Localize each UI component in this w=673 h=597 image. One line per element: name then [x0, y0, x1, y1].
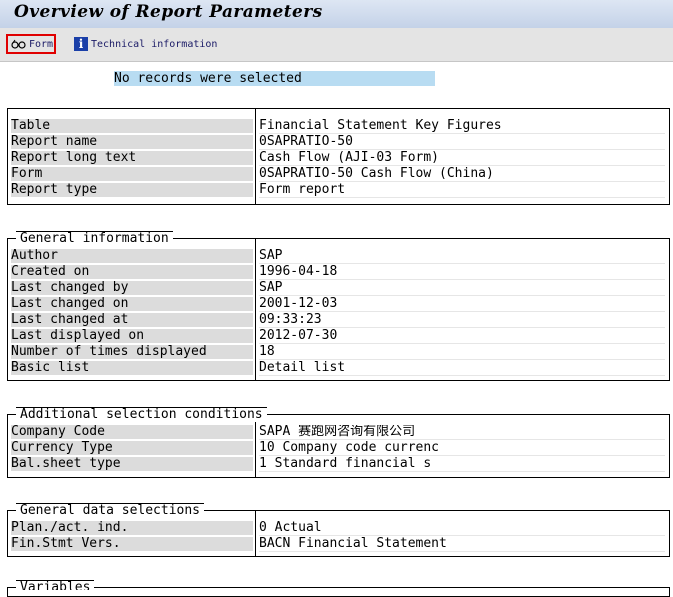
field-value: 0 Actual — [259, 521, 665, 536]
field-label: Company Code — [11, 425, 253, 439]
report-row-report-name: Report name 0SAPRATIO-50 — [10, 134, 667, 150]
field-label: Last changed by — [11, 281, 253, 295]
general-row-last-changed-on: Last changed on 2001-12-03 — [10, 296, 667, 312]
page-title: Overview of Report Parameters — [14, 2, 323, 22]
general-information-title: General information — [16, 231, 173, 246]
field-value: 0SAPRATIO-50 Cash Flow (China) — [259, 167, 665, 182]
field-value: 1996-04-18 — [259, 265, 665, 280]
info-icon: i — [74, 37, 88, 51]
report-row-report-type: Report type Form report — [10, 182, 667, 198]
field-label: Plan./act. ind. — [11, 521, 253, 535]
selection-row-bal-sheet-type: Bal.sheet type 1 Standard financial s — [10, 456, 667, 472]
field-value: Cash Flow (AJI-03 Form) — [259, 151, 665, 166]
field-value: 10 Company code currenc — [259, 441, 665, 456]
field-label: Form — [11, 167, 253, 181]
field-value: 09:33:23 — [259, 313, 665, 328]
form-button-label: Form — [29, 38, 54, 50]
general-row-author: Author SAP — [10, 248, 667, 264]
general-row-times-displayed: Number of times displayed 18 — [10, 344, 667, 360]
field-label: Last displayed on — [11, 329, 253, 343]
general-row-last-changed-at: Last changed at 09:33:23 — [10, 312, 667, 328]
data-row-fin-stmt-vers: Fin.Stmt Vers. BACN Financial Statement — [10, 536, 667, 552]
status-message: No records were selected — [114, 71, 435, 86]
field-value: Financial Statement Key Figures — [259, 119, 665, 134]
general-row-basic-list: Basic list Detail list — [10, 360, 667, 376]
field-label: Bal.sheet type — [11, 457, 253, 471]
field-label: Table — [11, 119, 253, 133]
report-info-box: Table Financial Statement Key Figures Re… — [7, 108, 670, 205]
form-button[interactable]: Form — [6, 34, 56, 54]
field-label: Fin.Stmt Vers. — [11, 537, 253, 551]
additional-selection-box: Company Code SAPA 赛跑网咨询有限公司 Currency Typ… — [7, 414, 670, 478]
field-value: Form report — [259, 183, 665, 198]
field-value: SAP — [259, 249, 665, 264]
general-row-created-on: Created on 1996-04-18 — [10, 264, 667, 280]
additional-selection-title: Additional selection conditions — [16, 407, 267, 422]
title-bar: Overview of Report Parameters — [0, 0, 673, 28]
data-row-plan-act: Plan./act. ind. 0 Actual — [10, 520, 667, 536]
field-label: Created on — [11, 265, 253, 279]
technical-information-label: Technical information — [91, 38, 218, 50]
field-value: 2001-12-03 — [259, 297, 665, 312]
report-row-table: Table Financial Statement Key Figures — [10, 118, 667, 134]
field-label: Report name — [11, 135, 253, 149]
field-label: Basic list — [11, 361, 253, 375]
selection-row-currency-type: Currency Type 10 Company code currenc — [10, 440, 667, 456]
technical-information-button[interactable]: i Technical information — [74, 34, 217, 54]
toolbar: Form i Technical information — [0, 28, 673, 62]
field-value: 18 — [259, 345, 665, 360]
selection-row-company-code: Company Code SAPA 赛跑网咨询有限公司 — [10, 424, 667, 440]
field-label: Report type — [11, 183, 253, 197]
general-data-title: General data selections — [16, 503, 205, 518]
field-value: BACN Financial Statement — [259, 537, 665, 552]
field-value: Detail list — [259, 361, 665, 376]
field-value: SAP — [259, 281, 665, 296]
field-label: Last changed at — [11, 313, 253, 327]
field-label: Currency Type — [11, 441, 253, 455]
general-information-box: Author SAP Created on 1996-04-18 Last ch… — [7, 238, 670, 381]
field-label: Author — [11, 249, 253, 263]
field-label: Number of times displayed — [11, 345, 253, 359]
report-row-form: Form 0SAPRATIO-50 Cash Flow (China) — [10, 166, 667, 182]
field-label: Last changed on — [11, 297, 253, 311]
glasses-icon — [11, 39, 26, 49]
field-value: SAPA 赛跑网咨询有限公司 — [259, 425, 665, 440]
field-value: 0SAPRATIO-50 — [259, 135, 665, 150]
general-row-last-changed-by: Last changed by SAP — [10, 280, 667, 296]
field-label: Report long text — [11, 151, 253, 165]
report-row-long-text: Report long text Cash Flow (AJI-03 Form) — [10, 150, 667, 166]
field-value: 1 Standard financial s — [259, 457, 665, 472]
field-value: 2012-07-30 — [259, 329, 665, 344]
general-row-last-displayed-on: Last displayed on 2012-07-30 — [10, 328, 667, 344]
